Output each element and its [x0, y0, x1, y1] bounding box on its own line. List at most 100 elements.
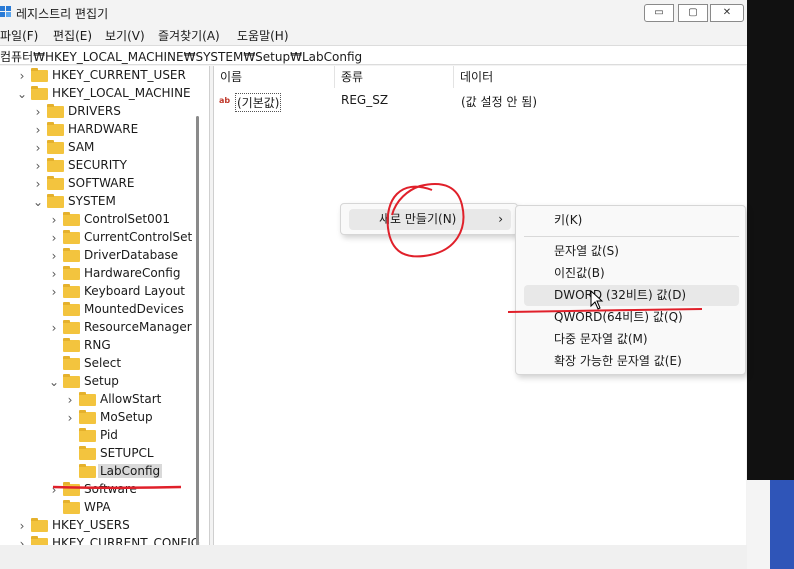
tree-item-label: CurrentControlSet	[84, 230, 193, 244]
tree-item-label: HARDWARE	[68, 122, 139, 136]
context-menu: 새로 만들기(N) ›	[340, 203, 518, 235]
column-header-data[interactable]: 데이터	[454, 66, 614, 88]
tree-item-label: DriverDatabase	[84, 248, 179, 262]
folder-icon	[31, 518, 48, 532]
submenu-arrow-icon: ›	[498, 212, 503, 226]
tree-scrollbar[interactable]	[196, 116, 199, 564]
folder-icon	[63, 230, 80, 244]
tree-item-label: ControlSet001	[84, 212, 170, 226]
mouse-cursor-icon	[590, 290, 604, 310]
address-bar[interactable]: 컴퓨터₩HKEY_LOCAL_MACHINE₩SYSTEM₩Setup₩LabC…	[0, 45, 747, 65]
tree-item-label: SETUPCL	[100, 446, 154, 460]
column-header-name[interactable]: 이름	[214, 66, 335, 88]
folder-icon	[79, 392, 96, 406]
folder-icon	[63, 500, 80, 514]
tree-item-label: AllowStart	[100, 392, 162, 406]
folder-icon	[79, 428, 96, 442]
tree-item-label: Pid	[100, 428, 118, 442]
submenu-item-binary-value[interactable]: 이진값(B)	[524, 263, 739, 284]
folder-icon	[47, 176, 64, 190]
tree-item-label: MountedDevices	[84, 302, 184, 316]
folder-icon	[79, 446, 96, 460]
desktop-blue-strip	[770, 480, 794, 569]
folder-icon	[79, 410, 96, 424]
tree-item-label: SAM	[68, 140, 95, 154]
tree-item-label: HKEY_CURRENT_USER	[52, 68, 186, 82]
status-bar	[0, 545, 747, 569]
maximize-button[interactable]: ▢	[678, 4, 708, 22]
tree-item-label: MoSetup	[100, 410, 153, 424]
folder-icon	[63, 212, 80, 226]
value-type-cell: REG_SZ	[341, 93, 389, 107]
menu-view[interactable]: 보기(V)	[105, 27, 145, 44]
tree-item-label: HardwareConfig	[84, 266, 181, 280]
folder-icon	[47, 122, 64, 136]
menu-item-new[interactable]: 새로 만들기(N) ›	[349, 209, 511, 230]
submenu-item-qword-value[interactable]: QWORD(64비트) 값(Q)	[524, 307, 739, 328]
tree-item-label: Keyboard Layout	[84, 284, 186, 298]
folder-icon	[63, 374, 80, 388]
registry-editor-window: 레지스트리 편집기 ▭ ▢ ✕ 파일(F) 편집(E) 보기(V) 즐겨찾기(A…	[0, 0, 747, 569]
desktop-background	[747, 0, 794, 480]
chevron-down-icon[interactable]: ⌄	[48, 373, 60, 391]
tree-item-label: SYSTEM	[68, 194, 116, 208]
folder-icon	[63, 482, 80, 496]
chevron-right-icon[interactable]: ›	[48, 265, 60, 283]
submenu-item-expandable-string-value[interactable]: 확장 가능한 문자열 값(E)	[524, 351, 739, 372]
folder-icon	[47, 194, 64, 208]
chevron-down-icon[interactable]: ⌄	[16, 85, 28, 103]
folder-icon	[31, 68, 48, 82]
chevron-right-icon[interactable]: ›	[48, 229, 60, 247]
tree-item-label: SECURITY	[68, 158, 127, 172]
chevron-right-icon[interactable]: ›	[48, 211, 60, 229]
chevron-right-icon[interactable]: ›	[48, 319, 60, 337]
string-value-icon: ab	[219, 96, 231, 105]
folder-icon	[63, 320, 80, 334]
tree-item-label: ResourceManager	[84, 320, 192, 334]
value-name-cell[interactable]: (기본값)	[235, 93, 282, 112]
tree-item-label: Setup	[84, 374, 119, 388]
menu-edit[interactable]: 편집(E)	[53, 27, 92, 44]
tree-item-label: HKEY_USERS	[52, 518, 130, 532]
folder-icon	[47, 158, 64, 172]
chevron-right-icon[interactable]: ›	[48, 481, 60, 499]
folder-icon	[31, 86, 48, 100]
folder-icon	[63, 302, 80, 316]
address-path: 컴퓨터₩HKEY_LOCAL_MACHINE₩SYSTEM₩Setup₩LabC…	[0, 50, 363, 64]
menu-file[interactable]: 파일(F)	[0, 27, 38, 44]
submenu-item-multi-string-value[interactable]: 다중 문자열 값(M)	[524, 329, 739, 350]
chevron-right-icon[interactable]: ›	[64, 409, 76, 427]
chevron-right-icon[interactable]: ›	[32, 121, 44, 139]
chevron-right-icon[interactable]: ›	[32, 139, 44, 157]
chevron-right-icon[interactable]: ›	[32, 157, 44, 175]
submenu-item-dword-value[interactable]: DWORD (32비트) 값(D)	[524, 285, 739, 306]
column-header-type[interactable]: 종류	[335, 66, 454, 88]
menu-favorites[interactable]: 즐겨찾기(A)	[158, 27, 220, 44]
registry-app-icon	[0, 6, 11, 17]
tree-item-label: HKEY_LOCAL_MACHINE	[52, 86, 191, 100]
close-button[interactable]: ✕	[710, 4, 744, 22]
value-data-cell: (값 설정 안 됨)	[461, 95, 538, 109]
registry-tree: › HKEY_CURRENT_USER ⌄ HKEY_LOCAL_MACHINE…	[0, 66, 210, 569]
submenu-item-string-value[interactable]: 문자열 값(S)	[524, 241, 739, 262]
chevron-right-icon[interactable]: ›	[48, 283, 60, 301]
chevron-right-icon[interactable]: ›	[64, 391, 76, 409]
chevron-right-icon[interactable]: ›	[32, 175, 44, 193]
menu-help[interactable]: 도움말(H)	[237, 27, 289, 44]
chevron-down-icon[interactable]: ⌄	[32, 193, 44, 211]
chevron-right-icon[interactable]: ›	[32, 103, 44, 121]
folder-icon	[63, 266, 80, 280]
folder-icon	[63, 248, 80, 262]
chevron-right-icon[interactable]: ›	[16, 67, 28, 85]
tree-item-label: SOFTWARE	[68, 176, 135, 190]
menu-item-new-label: 새로 만들기(N)	[379, 212, 457, 226]
tree-item-label: Software	[84, 482, 137, 496]
folder-icon	[47, 104, 64, 118]
folder-icon	[63, 338, 80, 352]
submenu-item-key[interactable]: 키(K)	[524, 210, 739, 231]
chevron-right-icon[interactable]: ›	[16, 517, 28, 535]
minimize-button[interactable]: ▭	[644, 4, 674, 22]
chevron-right-icon[interactable]: ›	[48, 247, 60, 265]
window-title: 레지스트리 편집기	[16, 7, 109, 21]
tree-item-label: Select	[84, 356, 122, 370]
